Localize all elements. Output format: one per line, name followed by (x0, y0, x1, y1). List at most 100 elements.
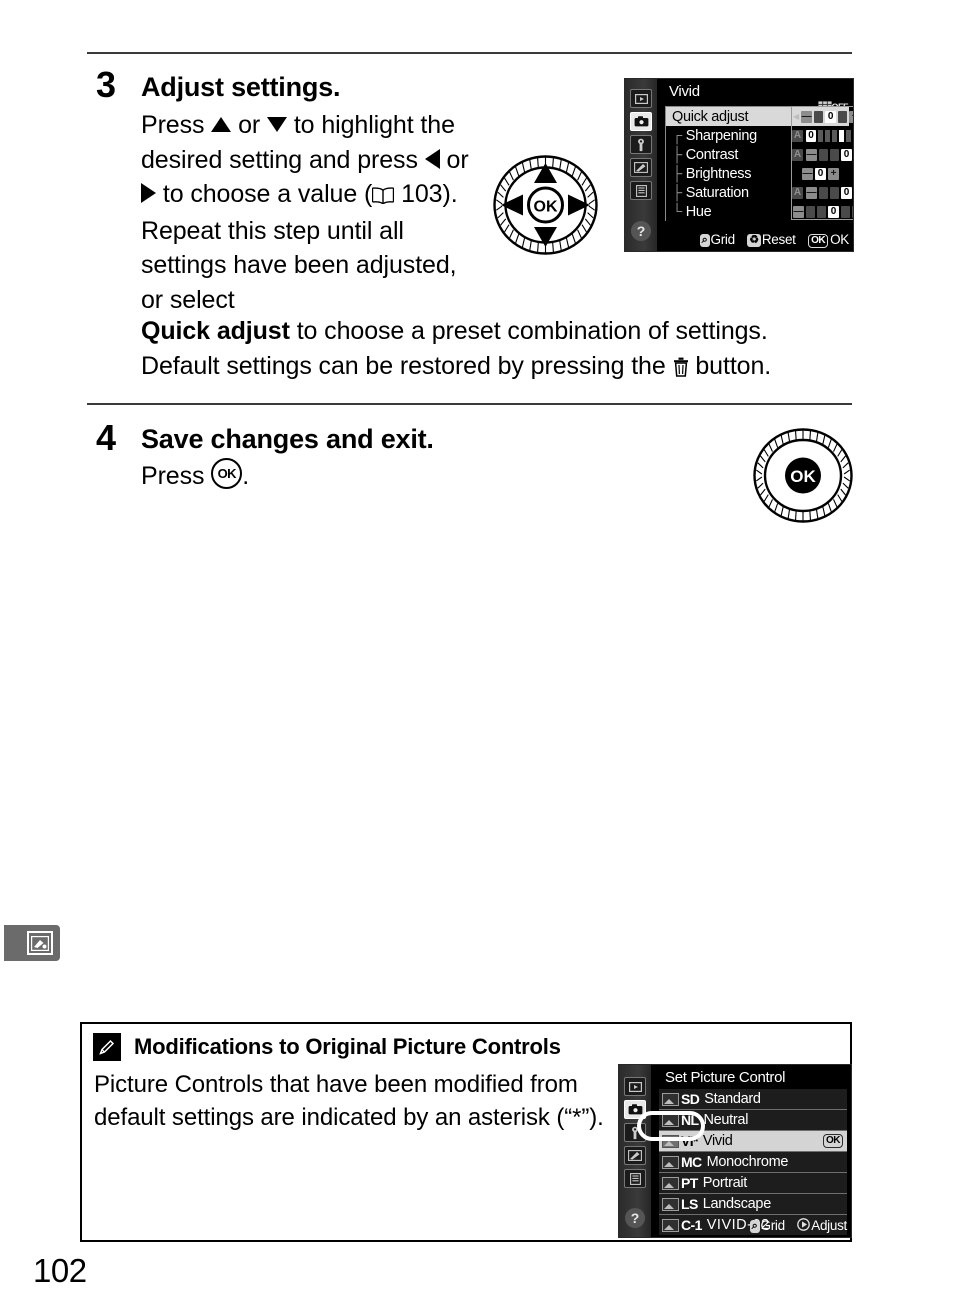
step-3-line-1-mid: or (231, 111, 267, 139)
slider-notch (819, 186, 828, 199)
pc-row-saturation[interactable]: ├ Saturation A—0+ (666, 183, 852, 202)
list-item-code: NL (681, 1112, 699, 1128)
scale-seg (818, 129, 823, 142)
pc-row-slider[interactable]: A—0+ (792, 183, 853, 202)
footer-grid-label: Grid (760, 1218, 786, 1233)
note-line-1: Picture Controls that have been modified… (94, 1071, 578, 1098)
pc-row-label-text: Brightness (685, 165, 752, 182)
footer-reset-label: Reset (761, 232, 796, 247)
slider-value: 0 (841, 148, 852, 161)
step-3-line-4-pre: value ( (297, 180, 373, 208)
footer-grid-button[interactable]: ⌕ Grid (749, 1218, 786, 1233)
footer-reset-button[interactable]: ♻ Reset (747, 232, 796, 247)
pc-row-sharpening[interactable]: ┌ Sharpening A09 (666, 126, 851, 145)
slider-notch (830, 186, 839, 199)
quick-adjust-term: Quick adjust (141, 317, 290, 345)
step-3-body-wide: Quick adjust to choose a preset combinat… (141, 314, 853, 386)
step-3-line-3-mid: or (439, 145, 469, 174)
playback-icon[interactable] (624, 1077, 646, 1096)
list-item-code: VI* (681, 1133, 698, 1149)
recent-settings-icon[interactable] (624, 1169, 646, 1188)
help-icon[interactable]: ? (625, 1208, 645, 1228)
footer-ok-button[interactable]: OK OK (808, 232, 849, 248)
zoom-icon: ⌕ (699, 234, 710, 247)
plus-marker: + (828, 167, 839, 180)
recent-settings-icon[interactable] (630, 181, 652, 200)
playback-icon[interactable] (630, 89, 652, 108)
list-item-landscape[interactable]: LS Landscape (659, 1194, 847, 1215)
slider-value: 0 (825, 110, 837, 123)
pc-row-slider[interactable]: ◀—0+▶ (792, 107, 853, 126)
pc-row-slider[interactable]: A—0+ (792, 145, 853, 164)
step-3-body: Press or to highlight the desired settin… (141, 108, 471, 317)
help-icon[interactable]: ? (631, 221, 651, 241)
step-4-line-1-post: . (242, 462, 250, 490)
slider-value: 0 (841, 186, 852, 199)
step-4-title: Save changes and exit. (141, 424, 434, 454)
scale-seg (846, 129, 851, 142)
retouch-pencil-icon[interactable] (624, 1146, 646, 1165)
footer-adjust-label: Adjust (811, 1218, 847, 1233)
list-item-name: Neutral (703, 1112, 749, 1128)
picture-control-list: SD Standard NL Neutral VI* Vivid OK MC M… (659, 1089, 847, 1235)
trash-button-icon (673, 352, 689, 387)
pc-row-slider[interactable]: —0+ (792, 164, 849, 183)
ok-button-dial: OK (753, 428, 853, 523)
picture-control-thumb-icon (662, 1197, 679, 1211)
step-4-line-1-pre: Press (141, 462, 212, 490)
shooting-menu-icon[interactable] (630, 112, 652, 131)
list-item-standard[interactable]: SD Standard (659, 1089, 847, 1110)
scale-seg (853, 130, 854, 142)
auto-marker: A (792, 148, 803, 161)
slider-notch (838, 110, 848, 123)
list-item-neutral[interactable]: NL Neutral (659, 1110, 847, 1131)
footer-grid-button[interactable]: ⌕ Grid (699, 232, 735, 247)
auto-marker: A (792, 129, 803, 142)
step-3-line-8-post: button. (688, 351, 772, 380)
footer-adjust-button[interactable]: Adjust (797, 1218, 847, 1233)
list-item-vivid[interactable]: VI* Vivid OK (659, 1131, 847, 1152)
trash-icon: ♻ (747, 234, 761, 247)
up-triangle-icon (211, 117, 232, 132)
svg-text:OK: OK (534, 199, 558, 216)
picture-control-thumb-icon (662, 1092, 679, 1106)
slider-notch (814, 110, 824, 123)
slider-left-arrow-icon: ◀ (793, 112, 800, 121)
lcd-spc-title: Set Picture Control (665, 1069, 786, 1086)
minus-marker: — (802, 167, 813, 180)
shooting-menu-icon[interactable] (624, 1100, 646, 1119)
picture-control-thumb-icon (662, 1176, 679, 1190)
pc-row-slider[interactable]: A09 (792, 126, 854, 145)
list-item-name: Monochrome (706, 1154, 789, 1170)
pencil-note-icon (93, 1033, 121, 1061)
list-item-name: Standard (704, 1091, 761, 1107)
slider-notch (819, 148, 828, 161)
step-3-title: Adjust settings. (141, 72, 341, 102)
pc-row-label: ┌ Sharpening (672, 127, 757, 144)
slider-notch (841, 205, 850, 218)
plus-marker: + (849, 110, 853, 123)
scale-seg (832, 129, 837, 142)
retouch-pencil-icon[interactable] (630, 158, 652, 177)
list-item-portrait[interactable]: PT Portrait (659, 1173, 847, 1194)
slider-value: 0 (815, 167, 826, 180)
pc-row-hue[interactable]: └ Hue —0+ (666, 202, 853, 221)
pc-row-contrast[interactable]: ├ Contrast A—0+ (666, 145, 852, 164)
pc-row-slider[interactable]: —0+ (792, 202, 853, 221)
note-line-2: default settings are indicated by an ast… (94, 1104, 604, 1131)
ok-button-dial-graphic: OK (753, 428, 853, 523)
list-item-code: SD (681, 1091, 700, 1107)
list-item-monochrome[interactable]: MC Monochrome (659, 1152, 847, 1173)
setup-wrench-icon[interactable] (624, 1123, 646, 1142)
pc-row-brightness[interactable]: ├ Brightness —0 + (666, 164, 849, 183)
step-3-line-1-post: to highlight (286, 111, 414, 139)
right-triangle-icon (141, 183, 156, 203)
multi-selector-dial: OK (493, 155, 598, 255)
step-4-body: Press . (141, 458, 471, 494)
setup-wrench-icon[interactable] (630, 135, 652, 154)
list-item-code: LS (681, 1196, 698, 1212)
pc-row-quick-adjust[interactable]: Quick adjust ◀—0+▶ (666, 107, 853, 126)
auto-marker: A (792, 186, 803, 199)
list-item-name: Portrait (702, 1175, 748, 1191)
slider-value: 0 (828, 205, 839, 218)
